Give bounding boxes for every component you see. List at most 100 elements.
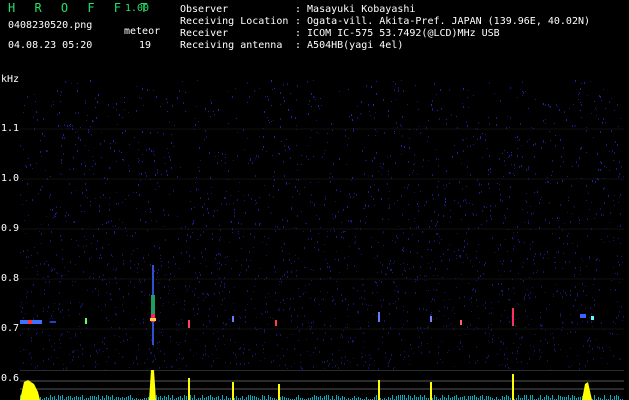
- noise-pixel: [278, 309, 279, 311]
- noise-pixel: [470, 145, 471, 147]
- noise-pixel: [609, 170, 610, 171]
- noise-pixel: [519, 241, 520, 243]
- noise-pixel: [426, 201, 427, 203]
- noise-pixel: [446, 170, 447, 172]
- noise-pixel: [313, 156, 314, 157]
- amplitude-tick: [414, 395, 415, 400]
- noise-pixel: [27, 250, 28, 251]
- noise-pixel: [195, 288, 196, 289]
- noise-pixel: [520, 344, 521, 345]
- noise-pixel: [116, 349, 117, 350]
- noise-pixel: [205, 353, 206, 355]
- noise-pixel: [493, 335, 494, 336]
- amplitude-tick: [180, 396, 181, 400]
- noise-pixel: [567, 333, 568, 334]
- noise-pixel: [403, 263, 404, 264]
- noise-pixel: [570, 294, 571, 296]
- noise-pixel: [387, 267, 388, 269]
- noise-pixel: [330, 325, 331, 327]
- noise-pixel: [463, 106, 464, 108]
- noise-pixel: [402, 274, 403, 275]
- noise-pixel: [108, 244, 109, 245]
- location-label: Receiving Location: [180, 16, 289, 27]
- noise-pixel: [320, 227, 321, 228]
- noise-pixel: [281, 141, 282, 142]
- noise-pixel: [361, 297, 362, 299]
- noise-pixel: [541, 147, 542, 149]
- noise-pixel: [360, 220, 361, 222]
- noise-pixel: [255, 223, 256, 225]
- noise-pixel: [36, 333, 37, 335]
- noise-pixel: [459, 181, 460, 183]
- noise-pixel: [44, 135, 45, 137]
- noise-pixel: [273, 360, 274, 362]
- noise-pixel: [581, 117, 582, 118]
- noise-pixel: [591, 313, 592, 315]
- noise-pixel: [462, 346, 463, 347]
- noise-pixel: [61, 276, 62, 278]
- noise-pixel: [585, 286, 586, 287]
- noise-pixel: [409, 138, 410, 139]
- amplitude-tick: [468, 396, 469, 400]
- noise-pixel: [75, 335, 76, 337]
- noise-pixel: [533, 346, 534, 347]
- noise-pixel: [437, 233, 438, 235]
- noise-pixel: [208, 212, 209, 214]
- noise-pixel: [283, 226, 284, 228]
- noise-pixel: [362, 150, 363, 152]
- noise-pixel: [93, 277, 94, 279]
- noise-pixel: [500, 194, 501, 196]
- noise-pixel: [130, 267, 131, 269]
- noise-pixel: [34, 94, 35, 95]
- noise-pixel: [587, 321, 588, 323]
- noise-pixel: [83, 365, 84, 367]
- noise-pixel: [336, 251, 337, 252]
- noise-pixel: [432, 108, 433, 110]
- noise-pixel: [113, 107, 114, 108]
- noise-pixel: [30, 352, 31, 353]
- noise-pixel: [517, 353, 518, 354]
- noise-pixel: [239, 182, 240, 183]
- noise-pixel: [609, 347, 610, 348]
- noise-pixel: [452, 156, 453, 158]
- noise-pixel: [234, 310, 235, 311]
- noise-pixel: [403, 250, 404, 252]
- noise-pixel: [300, 362, 301, 363]
- noise-pixel: [116, 203, 117, 205]
- noise-pixel: [578, 217, 579, 218]
- noise-pixel: [489, 123, 490, 125]
- noise-pixel: [233, 160, 234, 161]
- amplitude-tick: [262, 395, 263, 400]
- noise-pixel: [309, 284, 310, 285]
- noise-pixel: [490, 215, 491, 217]
- noise-pixel: [308, 113, 309, 115]
- noise-pixel: [295, 117, 296, 119]
- amplitude-tick: [94, 396, 95, 400]
- noise-pixel: [47, 311, 48, 312]
- noise-pixel: [511, 315, 512, 317]
- noise-pixel: [374, 157, 375, 159]
- noise-pixel: [209, 308, 210, 310]
- noise-pixel: [313, 270, 314, 271]
- noise-pixel: [378, 242, 379, 243]
- noise-pixel: [619, 311, 620, 313]
- noise-pixel: [96, 248, 97, 250]
- noise-pixel: [570, 314, 571, 315]
- noise-pixel: [166, 170, 167, 172]
- noise-pixel: [298, 179, 299, 181]
- noise-pixel: [332, 353, 333, 355]
- noise-pixel: [445, 198, 446, 200]
- noise-pixel: [60, 235, 61, 237]
- noise-pixel: [92, 166, 93, 167]
- noise-pixel: [327, 133, 328, 134]
- noise-pixel: [266, 255, 267, 256]
- noise-pixel: [63, 317, 64, 318]
- noise-pixel: [378, 171, 379, 172]
- noise-pixel: [427, 327, 428, 329]
- noise-pixel: [601, 162, 602, 164]
- noise-pixel: [370, 115, 371, 116]
- noise-pixel: [171, 366, 172, 368]
- noise-pixel: [294, 363, 295, 364]
- noise-pixel: [420, 327, 421, 329]
- noise-pixel: [266, 277, 267, 279]
